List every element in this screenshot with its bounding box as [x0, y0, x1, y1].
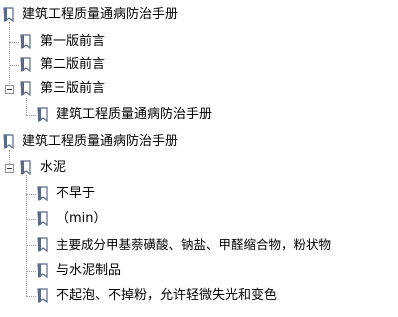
tree-node-label: 水泥 — [40, 160, 67, 175]
tree-node[interactable]: 水泥 — [0, 158, 398, 178]
tree-node-label: 建筑工程质量通病防治手册 — [22, 7, 179, 22]
tree-node-label: 与水泥制品 — [56, 263, 122, 278]
tree-node-label: （min） — [56, 211, 107, 226]
tree-node[interactable]: 不起泡、不掉粉，允许轻微失光和变色 — [0, 286, 398, 306]
tree-node[interactable]: 主要成分甲基萘磺酸、钠盐、甲醛缩合物，粉状物 — [0, 235, 398, 255]
book-icon — [37, 237, 48, 253]
tree-view[interactable]: 建筑工程质量通病防治手册 第一版前言 第二版前言 第三版前言 建筑工程质量通病防… — [0, 0, 398, 317]
collapse-toggle-icon[interactable] — [5, 85, 14, 94]
tree-node-label: 建筑工程质量通病防治手册 — [22, 134, 179, 149]
tree-node[interactable]: 建筑工程质量通病防治手册 — [0, 105, 398, 125]
book-icon — [37, 186, 48, 202]
book-icon — [37, 263, 48, 279]
book-icon — [20, 34, 31, 50]
tree-node-label: 不起泡、不掉粉，允许轻微失光和变色 — [56, 288, 278, 303]
book-icon — [20, 81, 31, 97]
tree-node[interactable]: 建筑工程质量通病防治手册 — [0, 5, 398, 25]
book-icon — [37, 211, 48, 227]
tree-node[interactable]: 建筑工程质量通病防治手册 — [0, 132, 398, 152]
tree-node[interactable]: 第三版前言 — [0, 79, 398, 99]
book-icon — [20, 57, 31, 73]
tree-node-label: 主要成分甲基萘磺酸、钠盐、甲醛缩合物，粉状物 — [56, 237, 332, 252]
tree-node-label: 第二版前言 — [40, 57, 106, 72]
tree-node-label: 第一版前言 — [40, 34, 106, 49]
tree-node-label: 建筑工程质量通病防治手册 — [56, 107, 213, 122]
tree-node[interactable]: 不早于 — [0, 184, 398, 204]
book-icon — [20, 160, 31, 176]
collapse-toggle-icon[interactable] — [5, 164, 14, 173]
tree-node[interactable]: 第二版前言 — [0, 55, 398, 75]
tree-node[interactable]: 与水泥制品 — [0, 261, 398, 281]
book-icon — [37, 107, 48, 123]
book-icon — [37, 288, 48, 304]
tree-node-label: 不早于 — [56, 186, 96, 201]
tree-node-label: 第三版前言 — [40, 81, 106, 96]
book-icon — [3, 134, 14, 150]
book-icon — [3, 7, 14, 23]
tree-node[interactable]: 第一版前言 — [0, 32, 398, 52]
tree-node[interactable]: （min） — [0, 209, 398, 229]
